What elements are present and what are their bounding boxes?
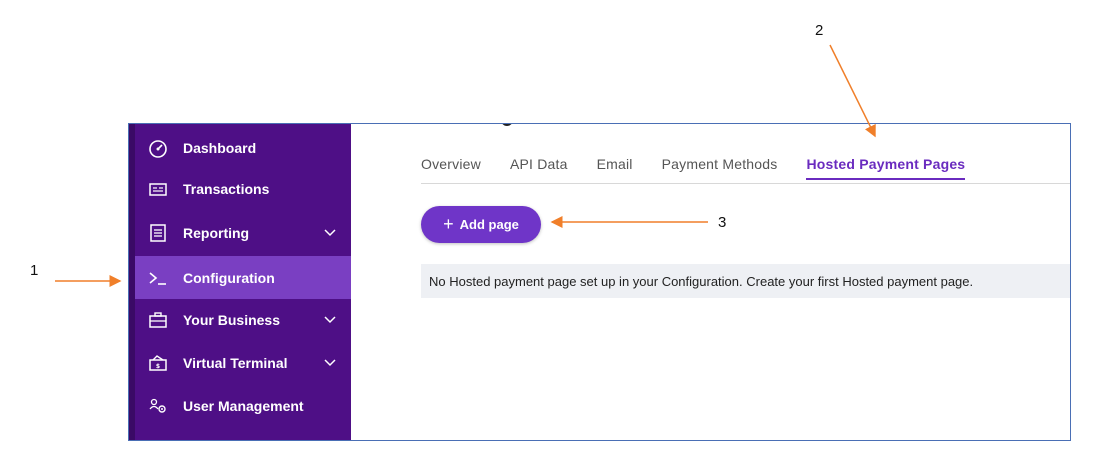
sidebar-item-reporting[interactable]: Reporting	[135, 213, 351, 253]
sidebar-item-label: Reporting	[183, 225, 250, 241]
empty-state-message: No Hosted payment page set up in your Co…	[421, 264, 1070, 298]
receipt-icon	[147, 178, 169, 200]
tab-api-data[interactable]: API Data	[510, 156, 568, 180]
sidebar-item-your-business[interactable]: Your Business	[135, 300, 351, 340]
tab-overview[interactable]: Overview	[421, 156, 481, 180]
sidebar: Dashboard Transactions Reporting Configu…	[129, 124, 351, 440]
empty-state-text: No Hosted payment page set up in your Co…	[429, 273, 974, 289]
sidebar-item-label: Your Business	[183, 312, 280, 328]
main-content: Overview API Data Email Payment Methods …	[351, 124, 1070, 440]
sidebar-item-label: Virtual Terminal	[183, 355, 288, 371]
speedometer-icon	[147, 137, 169, 159]
sidebar-item-virtual-terminal[interactable]: $ Virtual Terminal	[135, 343, 351, 383]
page-title-fragment	[501, 124, 513, 126]
sidebar-item-label: User Management	[183, 398, 304, 414]
tab-bar: Overview API Data Email Payment Methods …	[421, 156, 994, 180]
tab-payment-methods[interactable]: Payment Methods	[662, 156, 778, 180]
callout-number-1: 1	[30, 262, 39, 279]
sidebar-item-configuration[interactable]: Configuration	[135, 256, 351, 299]
sidebar-item-user-management[interactable]: User Management	[135, 386, 351, 426]
chevron-down-icon[interactable]	[323, 226, 337, 240]
tab-divider	[421, 183, 1070, 184]
briefcase-icon	[147, 309, 169, 331]
svg-text:$: $	[156, 363, 160, 370]
add-page-button[interactable]: + Add page	[421, 206, 541, 243]
sidebar-item-label: Transactions	[183, 181, 270, 197]
sidebar-item-transactions[interactable]: Transactions	[135, 169, 351, 209]
callout-number-2: 2	[815, 22, 824, 39]
chevron-down-icon[interactable]	[323, 356, 337, 370]
callout-number-3: 3	[718, 214, 727, 231]
add-page-label: Add page	[459, 217, 519, 232]
app-window: Dashboard Transactions Reporting Configu…	[128, 123, 1071, 441]
card-reader-icon: $	[147, 352, 169, 374]
tab-email[interactable]: Email	[597, 156, 633, 180]
terminal-icon	[147, 267, 169, 289]
plus-icon: +	[443, 214, 454, 234]
tab-hosted-payment-pages[interactable]: Hosted Payment Pages	[806, 156, 966, 180]
sidebar-item-label: Configuration	[183, 269, 275, 286]
document-icon	[147, 222, 169, 244]
sidebar-item-label: Dashboard	[183, 140, 257, 156]
users-gear-icon	[147, 395, 169, 417]
chevron-down-icon[interactable]	[323, 313, 337, 327]
sidebar-item-dashboard[interactable]: Dashboard	[135, 128, 351, 168]
